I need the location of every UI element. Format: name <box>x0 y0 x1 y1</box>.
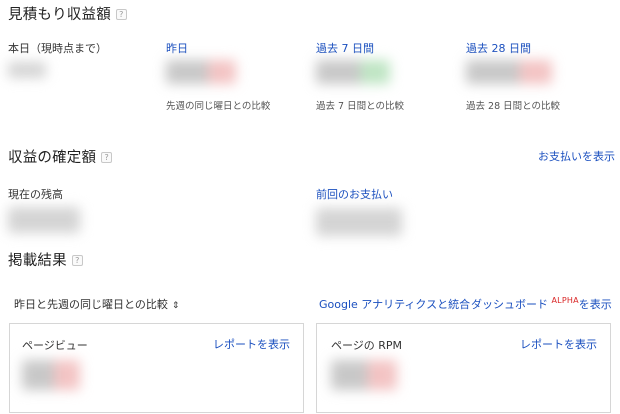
dashboard-label: ダッシュボード <box>471 298 548 311</box>
page-rpm-card-title: ページの RPM <box>331 339 403 352</box>
finalized-earnings-title: 収益の確定額 <box>8 150 97 166</box>
page-rpm-value <box>331 360 397 390</box>
last-payment-link[interactable]: 前回のお支払い <box>316 186 393 202</box>
today-label: 本日（現時点まで） <box>8 42 107 55</box>
performance-title: 掲載結果 <box>8 253 67 269</box>
help-icon[interactable]: ? <box>115 9 127 20</box>
alpha-badge: ALPHA <box>551 296 579 305</box>
help-icon[interactable]: ? <box>71 255 83 266</box>
yesterday-compare-text: 先週の同じ曜日との比較 <box>166 101 271 112</box>
yesterday-link[interactable]: 昨日 <box>166 40 188 56</box>
last-7-days-link[interactable]: 過去 7 日間 <box>316 40 374 56</box>
estimated-earnings-title: 見積もり収益額 <box>8 7 111 23</box>
analytics-integrate-link[interactable]: Google アナリティクスと統合 <box>319 296 470 312</box>
last-28-days-earnings-value <box>466 60 552 84</box>
help-icon[interactable]: ? <box>101 152 113 163</box>
last-payment-value <box>316 208 402 236</box>
comparison-select[interactable]: 昨日と先週の同じ曜日との比較 ⇕ <box>14 296 179 312</box>
pageviews-report-link[interactable]: レポートを表示 <box>213 336 290 352</box>
comparison-select-value: 昨日と先週の同じ曜日との比較 <box>14 298 168 311</box>
today-earnings-value <box>8 62 46 78</box>
last-28-days-link[interactable]: 過去 28 日間 <box>466 40 531 56</box>
pageviews-value <box>22 360 80 390</box>
yesterday-earnings-value <box>166 60 236 84</box>
current-balance-value <box>8 207 80 233</box>
view-dashboard-link[interactable]: ダッシュボード ALPHAを表示 <box>471 296 612 312</box>
last-7-days-earnings-value <box>316 60 390 84</box>
page-rpm-report-link[interactable]: レポートを表示 <box>520 336 597 352</box>
finalized-earnings-heading: 収益の確定額? <box>8 146 113 167</box>
page-rpm-card: ページの RPM レポートを表示 <box>316 323 611 413</box>
pageviews-card-title: ページビュー <box>22 339 88 352</box>
last-7-days-compare-text: 過去 7 日間との比較 <box>316 101 404 112</box>
current-balance-label: 現在の残高 <box>8 188 63 201</box>
select-arrows-icon: ⇕ <box>171 301 180 311</box>
dashboard-view-label: を表示 <box>578 298 612 311</box>
performance-heading: 掲載結果? <box>8 249 83 270</box>
last-28-days-compare-text: 過去 28 日間との比較 <box>466 101 561 112</box>
estimated-earnings-heading: 見積もり収益額? <box>8 3 127 24</box>
view-payments-link[interactable]: お支払いを表示 <box>538 148 615 164</box>
pageviews-card: ページビュー レポートを表示 <box>9 323 304 413</box>
